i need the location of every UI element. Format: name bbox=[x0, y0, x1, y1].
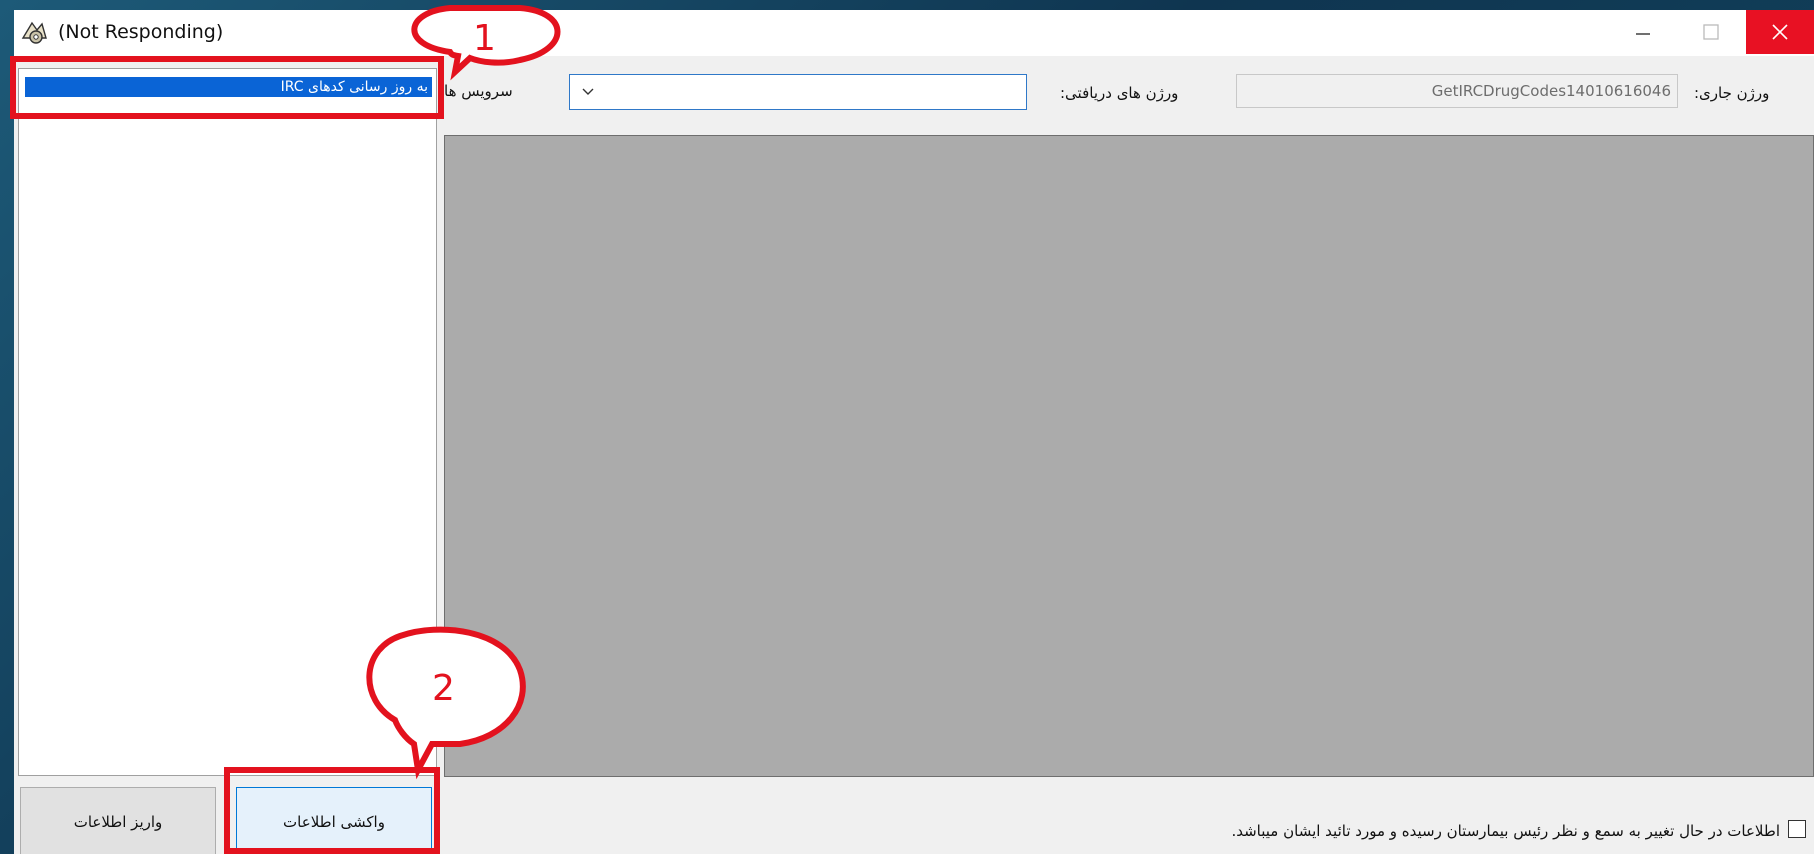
current-version-label: ورژن جاری: bbox=[1694, 84, 1770, 102]
annotation-number-2: 2 bbox=[432, 668, 455, 709]
annotation-highlight-2 bbox=[224, 767, 440, 854]
approval-notice: اطلاعات در حال تغییر به سمع و نظر رئیس ب… bbox=[1231, 822, 1780, 840]
app-icon bbox=[21, 21, 47, 44]
data-grid[interactable] bbox=[444, 135, 1814, 777]
current-version-field: GetIRCDrugCodes14010616046 bbox=[1236, 74, 1678, 108]
annotation-highlight-1 bbox=[10, 56, 444, 119]
close-button[interactable] bbox=[1746, 10, 1814, 54]
service-list[interactable]: به روز رسانی کدهای IRC bbox=[18, 68, 437, 776]
minimize-icon bbox=[1636, 33, 1650, 35]
service-dropdown[interactable] bbox=[569, 74, 1027, 110]
chevron-down-icon bbox=[582, 88, 594, 95]
annotation-number-1: 1 bbox=[473, 18, 496, 59]
received-versions-label: ورژن های دریافتی: bbox=[1060, 84, 1179, 102]
minimize-button[interactable] bbox=[1610, 10, 1676, 54]
close-icon bbox=[1772, 24, 1788, 40]
approval-checkbox[interactable] bbox=[1788, 820, 1806, 838]
maximize-button[interactable] bbox=[1678, 10, 1744, 54]
deposit-data-button[interactable]: واریز اطلاعات bbox=[20, 787, 216, 854]
window-title: (Not Responding) bbox=[58, 21, 224, 43]
app-window: (Not Responding) به روز رسانی کدهای IRC … bbox=[14, 10, 1814, 854]
maximize-icon bbox=[1703, 24, 1719, 40]
title-bar[interactable]: (Not Responding) bbox=[14, 10, 1814, 56]
service-label: سرویس ها bbox=[444, 82, 513, 100]
